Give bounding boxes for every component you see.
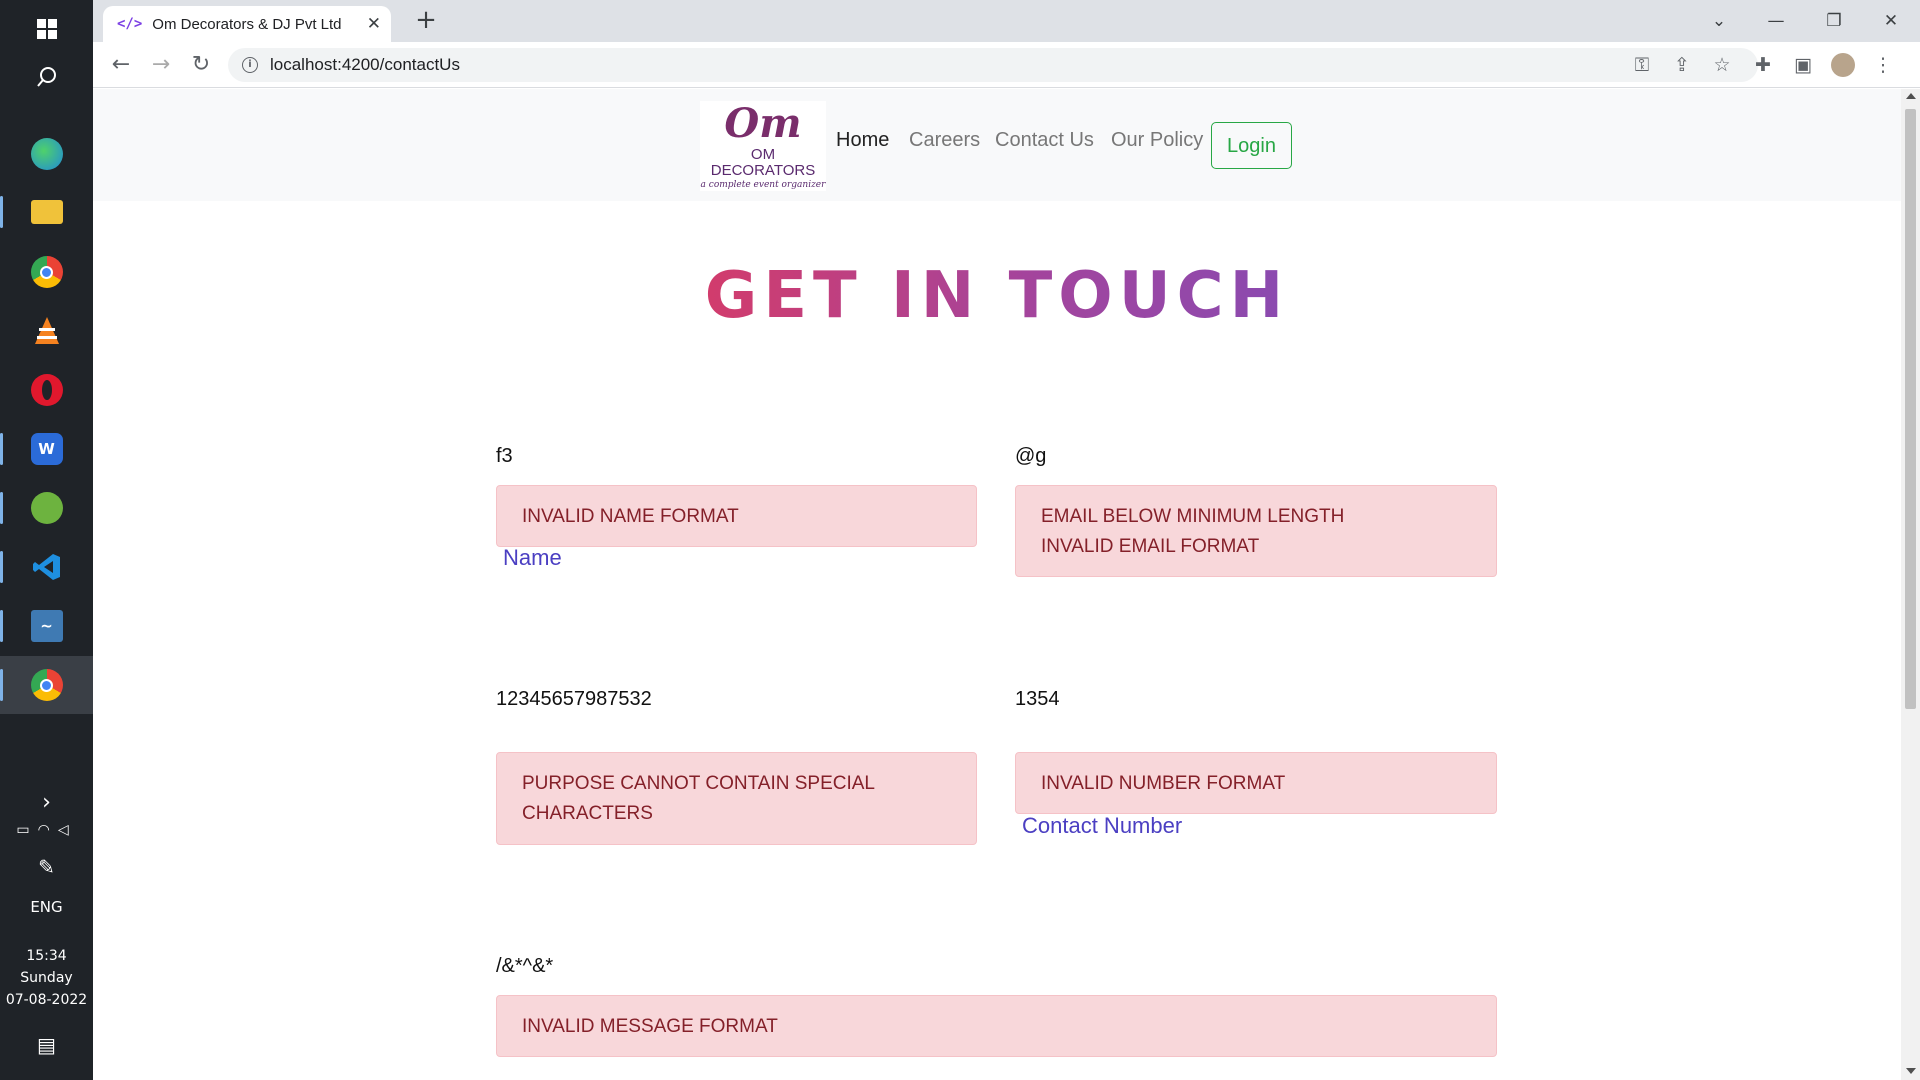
chrome-icon bbox=[30, 256, 63, 288]
windows-logo-icon bbox=[36, 19, 57, 39]
forward-button[interactable]: → bbox=[146, 50, 176, 80]
language-indicator[interactable]: ENG bbox=[0, 898, 93, 916]
email-error-alert: EMAIL BELOW MINIMUM LENGTH INVALID EMAIL… bbox=[1015, 485, 1497, 577]
minimize-button[interactable]: — bbox=[1756, 6, 1796, 36]
url-text[interactable]: localhost:4200/contactUs bbox=[270, 55, 460, 75]
contact-number-input[interactable]: 1354 bbox=[1015, 688, 1060, 711]
taskbar-spring-tool[interactable] bbox=[0, 479, 93, 537]
profile-avatar[interactable] bbox=[1830, 52, 1856, 78]
contact-number-label: Contact Number bbox=[1022, 813, 1183, 838]
taskbar-vscode[interactable] bbox=[0, 538, 93, 596]
vscode-icon bbox=[32, 554, 60, 580]
restore-button[interactable]: ❐ bbox=[1814, 6, 1854, 36]
tab-search-icon[interactable]: ⌄ bbox=[1699, 6, 1739, 36]
purpose-error-text-2: CHARACTERS bbox=[522, 803, 653, 824]
site-navbar: Om OM DECORATORS a complete event organi… bbox=[93, 89, 1901, 201]
windows-taskbar: W ~ › ▭◠◁ ✎ ENG 15:34 Sunday 07-08-2022 … bbox=[0, 0, 93, 1080]
browser-toolbar: ← → ↻ i localhost:4200/contactUs ⚿ ⇪ ☆ ✚… bbox=[93, 42, 1920, 88]
heading-text: GET IN TOUCH bbox=[704, 259, 1290, 333]
purpose-error-text-1: PURPOSE CANNOT CONTAIN SPECIAL bbox=[522, 773, 875, 794]
notification-icon[interactable]: ▤ bbox=[0, 1033, 93, 1057]
purpose-input[interactable]: 12345657987532 bbox=[496, 688, 652, 711]
tab-close-icon[interactable]: ✕ bbox=[367, 14, 381, 34]
nav-our-policy[interactable]: Our Policy bbox=[1111, 129, 1203, 152]
bookmark-star-icon[interactable]: ☆ bbox=[1709, 52, 1735, 78]
taskbar-chrome[interactable] bbox=[0, 243, 93, 301]
clock[interactable]: 15:34 Sunday 07-08-2022 bbox=[0, 945, 93, 1011]
new-tab-button[interactable]: + bbox=[411, 6, 441, 36]
browser-tab[interactable]: </> Om Decorators & DJ Pvt Ltd ✕ bbox=[103, 6, 391, 42]
nav-careers[interactable]: Careers bbox=[909, 129, 980, 152]
share-icon[interactable]: ⇪ bbox=[1669, 52, 1695, 78]
login-button[interactable]: Login bbox=[1211, 122, 1292, 169]
logo-name: OM DECORATORS bbox=[710, 146, 816, 179]
taskbar-edge[interactable] bbox=[0, 125, 93, 183]
side-panel-icon[interactable]: ▣ bbox=[1790, 52, 1816, 78]
contact-number-error-text: INVALID NUMBER FORMAT bbox=[1041, 773, 1286, 794]
browser-window: </> Om Decorators & DJ Pvt Ltd ✕ + ⌄ — ❐… bbox=[93, 0, 1920, 1080]
message-error-text: INVALID MESSAGE FORMAT bbox=[522, 1016, 778, 1037]
password-key-icon[interactable]: ⚿ bbox=[1629, 52, 1655, 78]
message-input[interactable]: /&*^&* bbox=[496, 955, 553, 978]
back-button[interactable]: ← bbox=[106, 50, 136, 80]
taskbar-search-button[interactable] bbox=[0, 48, 93, 106]
opera-icon bbox=[30, 374, 63, 406]
scroll-up-icon[interactable] bbox=[1906, 93, 1916, 99]
address-bar[interactable]: i localhost:4200/contactUs bbox=[228, 48, 1758, 82]
tray-icons[interactable]: ▭◠◁ bbox=[0, 822, 93, 838]
tab-title: Om Decorators & DJ Pvt Ltd bbox=[152, 15, 342, 33]
name-error-alert: INVALID NAME FORMAT bbox=[496, 485, 977, 547]
clock-date: 07-08-2022 bbox=[5, 992, 88, 1008]
taskbar-file-explorer[interactable] bbox=[0, 183, 93, 241]
clock-time: 15:34 bbox=[26, 948, 67, 964]
name-error-text: INVALID NAME FORMAT bbox=[522, 506, 739, 527]
name-label: Name bbox=[503, 545, 562, 570]
database-icon: ~ bbox=[30, 610, 63, 642]
clock-day: Sunday bbox=[20, 970, 73, 986]
taskbar-opera[interactable] bbox=[0, 361, 93, 419]
name-input[interactable]: f3 bbox=[496, 445, 513, 468]
close-window-button[interactable]: ✕ bbox=[1871, 6, 1911, 36]
page-viewport: Om OM DECORATORS a complete event organi… bbox=[93, 89, 1901, 1080]
taskbar-mysql-workbench[interactable]: ~ bbox=[0, 597, 93, 655]
om-decorators-logo[interactable]: Om OM DECORATORS a complete event organi… bbox=[700, 101, 826, 191]
email-error-text-2: INVALID EMAIL FORMAT bbox=[1041, 536, 1260, 557]
scroll-thumb[interactable] bbox=[1905, 109, 1916, 709]
chrome-profile-icon bbox=[30, 669, 63, 701]
chevron-right-icon[interactable]: › bbox=[0, 790, 93, 815]
site-info-icon[interactable]: i bbox=[242, 57, 258, 73]
folder-icon bbox=[30, 200, 63, 224]
extensions-puzzle-icon[interactable]: ✚ bbox=[1750, 52, 1776, 78]
wifi-icon[interactable]: ◠ bbox=[38, 822, 58, 838]
logo-tagline: a complete event organizer bbox=[700, 180, 826, 190]
page-heading: GET IN TOUCH bbox=[93, 259, 1901, 333]
battery-icon[interactable]: ▭ bbox=[16, 822, 37, 838]
search-icon bbox=[36, 67, 56, 87]
vlc-cone-icon bbox=[34, 317, 59, 344]
pen-icon[interactable]: ✎ bbox=[0, 855, 93, 879]
taskbar-vlc[interactable] bbox=[0, 302, 93, 360]
code-favicon-icon: </> bbox=[117, 16, 143, 32]
reload-button[interactable]: ↻ bbox=[186, 50, 216, 80]
edge-icon bbox=[30, 138, 63, 170]
browser-menu-icon[interactable]: ⋮ bbox=[1870, 52, 1896, 78]
taskbar-chrome-profile[interactable] bbox=[0, 656, 93, 714]
nav-contact-us[interactable]: Contact Us bbox=[995, 129, 1094, 152]
word-icon: W bbox=[30, 433, 63, 465]
contact-number-error-alert: INVALID NUMBER FORMAT bbox=[1015, 752, 1497, 814]
tab-strip: </> Om Decorators & DJ Pvt Ltd ✕ + ⌄ — ❐… bbox=[93, 0, 1920, 42]
logo-mark: Om bbox=[724, 100, 802, 147]
nav-home[interactable]: Home bbox=[836, 129, 889, 152]
page-scrollbar[interactable] bbox=[1901, 89, 1920, 1080]
message-error-alert: INVALID MESSAGE FORMAT bbox=[496, 995, 1497, 1057]
volume-icon[interactable]: ◁ bbox=[58, 822, 77, 838]
leaf-icon bbox=[30, 492, 63, 524]
email-input[interactable]: @g bbox=[1015, 445, 1046, 468]
purpose-error-alert: PURPOSE CANNOT CONTAIN SPECIAL CHARACTER… bbox=[496, 752, 977, 845]
scroll-down-icon[interactable] bbox=[1906, 1068, 1916, 1074]
email-error-text-1: EMAIL BELOW MINIMUM LENGTH bbox=[1041, 506, 1345, 527]
taskbar-word[interactable]: W bbox=[0, 420, 93, 478]
